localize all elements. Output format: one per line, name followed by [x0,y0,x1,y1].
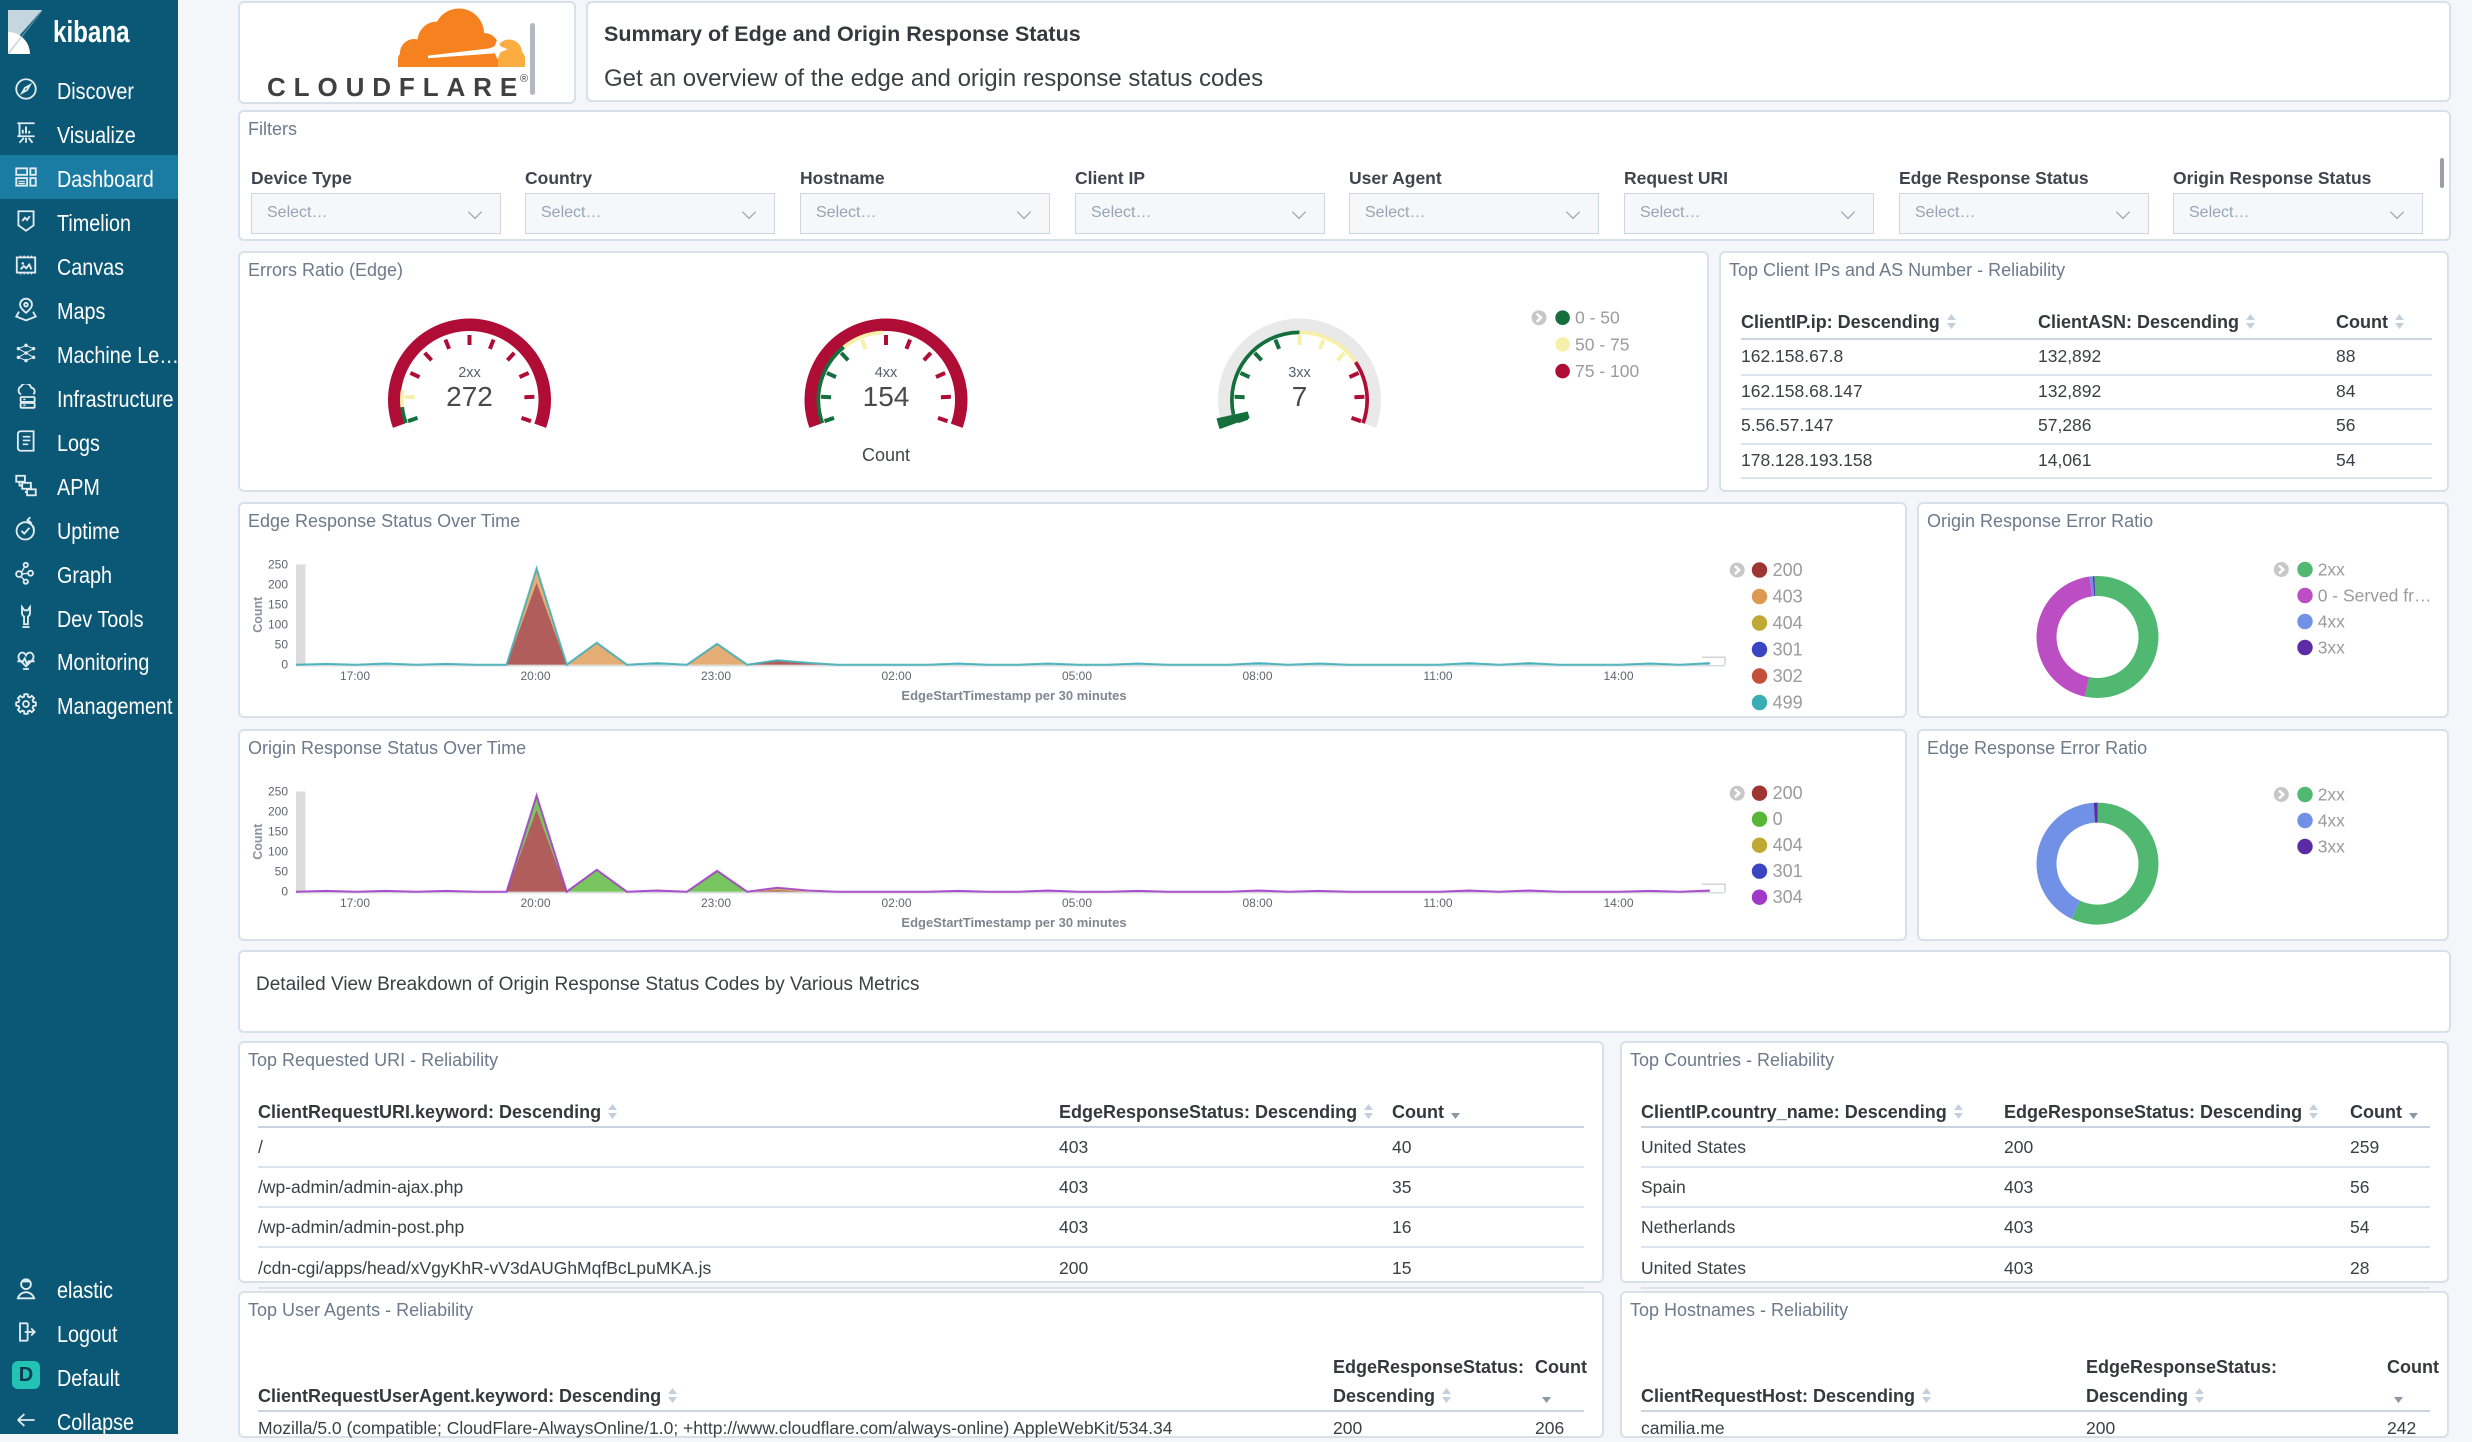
svg-text:499: 499 [1773,693,1803,713]
svg-text:4xx: 4xx [2318,811,2345,831]
svg-text:301: 301 [1773,861,1803,881]
svg-text:EdgeStartTimestamp per 30 minu: EdgeStartTimestamp per 30 minutes [901,688,1126,703]
svg-text:200: 200 [1773,560,1803,580]
svg-text:23:00: 23:00 [701,669,731,683]
svg-text:11:00: 11:00 [1423,669,1452,683]
svg-text:50: 50 [275,638,289,652]
svg-text:403: 403 [1773,587,1803,607]
svg-text:100: 100 [268,618,288,632]
svg-text:404: 404 [1773,835,1803,855]
svg-text:17:00: 17:00 [340,896,370,910]
svg-text:272: 272 [446,381,493,412]
svg-text:0 - Served fr…: 0 - Served fr… [2318,586,2432,606]
svg-text:2xx: 2xx [2318,560,2345,580]
svg-text:20:00: 20:00 [520,669,550,683]
svg-text:EdgeStartTimestamp per 30 minu: EdgeStartTimestamp per 30 minutes [901,915,1126,930]
svg-text:100: 100 [268,845,288,859]
svg-text:05:00: 05:00 [1062,896,1092,910]
svg-text:2xx: 2xx [458,365,481,381]
svg-text:75 - 100: 75 - 100 [1575,361,1639,381]
svg-text:304: 304 [1773,887,1803,907]
svg-text:3xx: 3xx [2318,638,2345,658]
svg-text:7: 7 [1292,381,1308,412]
svg-text:301: 301 [1773,640,1803,660]
svg-text:14:00: 14:00 [1603,669,1633,683]
svg-text:02:00: 02:00 [881,669,911,683]
svg-text:3xx: 3xx [1288,365,1311,381]
svg-text:4xx: 4xx [875,365,898,381]
svg-text:CLOUDFLARE: CLOUDFLARE [267,72,525,102]
svg-text:150: 150 [268,598,288,612]
svg-text:200: 200 [1773,783,1803,803]
svg-text:Count: Count [251,596,265,633]
svg-text:0: 0 [1773,809,1783,829]
svg-text:05:00: 05:00 [1062,669,1092,683]
svg-text:200: 200 [268,805,288,819]
svg-text:2xx: 2xx [2318,785,2345,805]
svg-text:154: 154 [863,381,910,412]
svg-text:14:00: 14:00 [1603,896,1633,910]
svg-text:02:00: 02:00 [881,896,911,910]
svg-text:404: 404 [1773,613,1803,633]
svg-text:50 - 75: 50 - 75 [1575,334,1629,354]
svg-text:08:00: 08:00 [1242,896,1272,910]
svg-text:150: 150 [268,825,288,839]
svg-text:08:00: 08:00 [1242,669,1272,683]
svg-text:250: 250 [268,785,288,799]
svg-text:3xx: 3xx [2318,837,2345,857]
svg-text:20:00: 20:00 [520,896,550,910]
svg-text:302: 302 [1773,666,1803,686]
svg-text:0: 0 [281,658,288,672]
svg-text:250: 250 [268,558,288,572]
svg-text:200: 200 [268,578,288,592]
svg-text:23:00: 23:00 [701,896,731,910]
svg-text:®: ® [520,73,528,85]
svg-text:50: 50 [275,865,289,879]
svg-text:4xx: 4xx [2318,612,2345,632]
svg-text:17:00: 17:00 [340,669,370,683]
svg-text:11:00: 11:00 [1423,896,1452,910]
svg-text:Count: Count [251,823,265,860]
svg-text:0 - 50: 0 - 50 [1575,308,1620,328]
svg-text:0: 0 [281,885,288,899]
svg-text:Count: Count [862,445,910,465]
